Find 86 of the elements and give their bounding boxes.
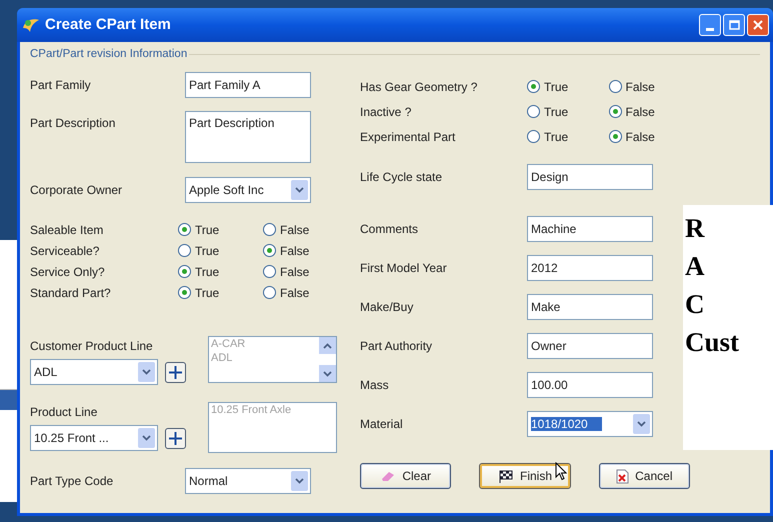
field-label: Part Authority [360, 338, 434, 356]
combo-box[interactable]: Apple Soft Inc [185, 177, 311, 204]
text-field[interactable]: Part Family A [185, 72, 311, 98]
radio-label: False [280, 222, 310, 239]
radio-button[interactable] [263, 286, 276, 300]
minimize-button[interactable] [699, 14, 721, 36]
add-button[interactable] [165, 428, 186, 449]
radio-label: False [280, 284, 310, 302]
text-field[interactable]: Owner [527, 333, 653, 360]
side-text: R [685, 212, 706, 245]
field-label: Corporate Owner [30, 182, 124, 200]
cancel-button[interactable]: Cancel [598, 463, 690, 490]
plus-icon [169, 366, 182, 379]
side-text: Cust [685, 326, 740, 359]
radio-label: False [280, 264, 310, 281]
maximize-button[interactable] [723, 14, 745, 36]
radio-button[interactable] [608, 80, 622, 94]
field-label: Serviceable? [30, 242, 100, 260]
combo-box[interactable]: ADL [30, 359, 158, 386]
maximize-icon [728, 20, 740, 30]
close-button[interactable] [747, 14, 769, 36]
field-label: Has Gear Geometry ? [360, 78, 478, 96]
field-label: Standard Part? [30, 284, 112, 302]
field-label: Service Only? [30, 264, 106, 281]
combo-box[interactable]: Normal [185, 468, 311, 494]
field-label: Experimental Part [360, 128, 456, 146]
radio-label: False [626, 128, 655, 146]
radio-label: False [626, 78, 655, 96]
field-label: Customer Product Line [30, 338, 154, 356]
close-icon [753, 20, 763, 30]
radio-label: False [280, 242, 310, 260]
radio-label: True [544, 78, 568, 96]
field-label: Saleable Item [30, 222, 104, 239]
radio-label: True [195, 242, 220, 260]
minimize-icon [706, 28, 714, 31]
checkered-flag-icon [498, 470, 514, 483]
scroll-down-icon[interactable] [319, 365, 336, 382]
radio-label: True [544, 128, 568, 146]
radio-label: True [544, 104, 568, 121]
field-label: Inactive ? [360, 104, 412, 121]
radio-button[interactable] [263, 223, 276, 236]
field-label: Part Type Code [30, 473, 114, 490]
field-label: Part Description [30, 115, 116, 132]
radio-button[interactable] [527, 130, 540, 144]
radio-button[interactable] [178, 223, 191, 236]
text-field[interactable]: 2012 [527, 255, 653, 282]
text-field[interactable]: Design [527, 164, 653, 190]
field-label: Product Line [30, 404, 98, 422]
radio-button[interactable] [263, 244, 276, 258]
field-label: Comments [360, 221, 420, 238]
text-field[interactable]: Machine [527, 216, 653, 242]
add-button[interactable] [165, 362, 186, 383]
side-text: C [685, 288, 706, 321]
field-label: Make/Buy [360, 299, 414, 316]
field-label: First Model Year [360, 260, 448, 278]
radio-label: True [195, 284, 220, 302]
radio-label: True [195, 264, 220, 281]
radio-label: True [195, 222, 220, 239]
cursor-icon [555, 462, 567, 481]
radio-button[interactable] [608, 130, 622, 144]
radio-button[interactable] [178, 286, 191, 300]
combo-box[interactable]: 10.25 Front ... [30, 425, 158, 452]
field-label: Mass [360, 377, 390, 394]
combo-box[interactable]: 1018/1020 [527, 411, 653, 438]
radio-label: False [626, 104, 655, 121]
plus-icon [169, 432, 182, 445]
group-label: CPart/Part revision Information [30, 47, 188, 62]
radio-button[interactable] [178, 265, 191, 278]
finish-button[interactable]: Finish [479, 463, 571, 490]
radio-button[interactable] [178, 244, 191, 258]
side-text: A [685, 250, 706, 283]
text-area[interactable]: Part Description [185, 111, 311, 164]
radio-button[interactable] [263, 265, 276, 278]
field-label: Part Family [30, 77, 92, 94]
radio-button[interactable] [527, 105, 540, 118]
text-field[interactable]: 100.00 [527, 372, 653, 398]
radio-button[interactable] [608, 105, 622, 118]
radio-button[interactable] [527, 80, 540, 94]
field-label: Material [360, 416, 404, 434]
text-field[interactable]: Make [527, 294, 653, 320]
window-title: Create CPart Item [45, 14, 171, 35]
clear-button[interactable]: Clear [360, 463, 452, 490]
scroll-up-icon[interactable] [319, 337, 336, 354]
cancel-document-icon [616, 468, 630, 484]
eraser-icon [380, 470, 396, 482]
field-label: Life Cycle state [360, 169, 444, 186]
